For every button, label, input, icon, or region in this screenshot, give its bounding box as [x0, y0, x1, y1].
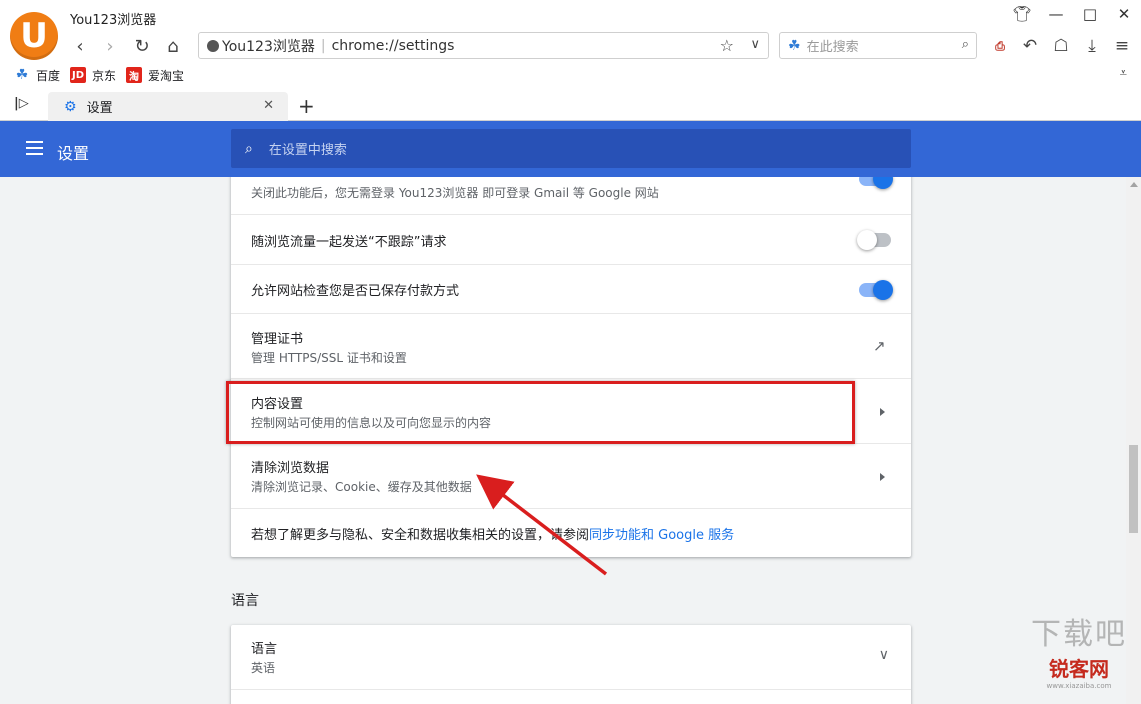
- scrollbar-thumb[interactable]: [1129, 445, 1138, 533]
- bookmark-star-icon[interactable]: ☆: [720, 36, 734, 55]
- page-title: 设置: [57, 144, 90, 163]
- bookmarks-collapse-icon[interactable]: ⩡: [1120, 66, 1127, 81]
- watermark-line1: 下载吧: [1031, 617, 1127, 652]
- settings-header: 设置 ⌕ 在设置中搜索: [0, 121, 1141, 177]
- setting-row-next: [231, 689, 911, 704]
- sync-services-link[interactable]: 同步功能和 Google 服务: [589, 528, 734, 543]
- jd-icon: JD: [70, 67, 87, 83]
- settings-search-input[interactable]: ⌕ 在设置中搜索: [231, 129, 911, 168]
- sidebar-toggle-icon[interactable]: |▷: [14, 96, 29, 111]
- bookmark-jd[interactable]: JD 京东: [70, 67, 116, 84]
- bookmark-label: 百度: [36, 68, 61, 83]
- bookmark-label: 爱淘宝: [148, 68, 185, 83]
- browser-chrome: U You123浏览器 👕︎ — □ ✕ ‹ › ↻ ⌂ You123浏览器 |…: [0, 0, 1141, 121]
- scroll-up-icon[interactable]: [1130, 182, 1138, 187]
- undo-close-tab-icon[interactable]: ↶: [1018, 34, 1042, 58]
- address-bar[interactable]: You123浏览器 | chrome://settings ☆ ∨: [198, 32, 769, 59]
- setting-title: 管理证书: [251, 332, 304, 347]
- site-info-icon[interactable]: [207, 39, 219, 52]
- close-icon[interactable]: ✕: [1107, 0, 1141, 28]
- tab-strip: |▷ ⚙ 设置 ✕ +: [0, 90, 1141, 121]
- setting-subtitle: 清除浏览记录、Cookie、缓存及其他数据: [251, 480, 472, 494]
- setting-title: 随浏览流量一起发送“不跟踪”请求: [251, 235, 447, 250]
- setting-row-more-info: 若想了解更多与隐私、安全和数据收集相关的设置，请参阅同步功能和 Google 服…: [231, 508, 911, 557]
- toggle-switch[interactable]: [857, 230, 891, 250]
- language-section-title: 语言: [231, 593, 259, 609]
- setting-row-payment-methods[interactable]: 允许网站检查您是否已保存付款方式: [231, 264, 911, 313]
- new-tab-icon[interactable]: +: [298, 94, 315, 118]
- setting-title: 清除浏览数据: [251, 461, 330, 476]
- window-controls: 👕︎ — □ ✕: [1005, 0, 1141, 30]
- main-menu-icon[interactable]: ≡: [1110, 34, 1134, 58]
- setting-row-do-not-track[interactable]: 随浏览流量一起发送“不跟踪”请求: [231, 214, 911, 264]
- watermark-line2: 锐客网: [1049, 657, 1109, 681]
- setting-row-clear-browsing-data[interactable]: 清除浏览数据 清除浏览记录、Cookie、缓存及其他数据: [231, 443, 911, 508]
- minimize-icon[interactable]: —: [1039, 0, 1073, 28]
- arrow-right-icon: [880, 408, 885, 416]
- download-icon[interactable]: ⤓: [1080, 34, 1104, 58]
- hamburger-menu-icon[interactable]: [26, 141, 43, 155]
- skin-shirt-icon[interactable]: 👕︎: [1005, 0, 1039, 28]
- pdf-icon[interactable]: ⎙: [988, 34, 1012, 58]
- baidu-paw-icon: ☘: [788, 37, 801, 54]
- chevron-down-icon[interactable]: ∨: [879, 647, 889, 663]
- settings-search-placeholder: 在设置中搜索: [268, 143, 347, 158]
- search-icon: ⌕: [245, 140, 253, 157]
- address-separator: |: [320, 37, 326, 54]
- more-info-prefix: 若想了解更多与隐私、安全和数据收集相关的设置，请参阅: [251, 528, 590, 543]
- window-title: You123浏览器: [70, 13, 157, 28]
- address-app-name: You123浏览器: [222, 38, 315, 55]
- tab-label: 设置: [86, 101, 113, 116]
- bookmark-taobao[interactable]: 淘 爱淘宝: [126, 67, 184, 84]
- watermark-line3: www.xiazaiba.com: [1046, 682, 1112, 690]
- baidu-paw-icon: ☘: [15, 67, 29, 83]
- bookmarks-bar: ☘ 百度 JD 京东 淘 爱淘宝: [14, 66, 184, 84]
- annotation-highlight-box: [226, 381, 855, 444]
- setting-title: 允许网站检查您是否已保存付款方式: [251, 284, 460, 299]
- setting-subtitle: 英语: [251, 661, 276, 675]
- privacy-card: 关闭此功能后，您无需登录 You123浏览器 即可登录 Gmail 等 Goog…: [231, 177, 911, 557]
- address-url[interactable]: chrome://settings: [332, 38, 455, 54]
- search-placeholder: 在此搜索: [806, 40, 859, 55]
- bookmark-label: 京东: [92, 68, 117, 83]
- language-card: 语言 英语 ∨: [231, 625, 911, 704]
- setting-subtitle: 关闭此功能后，您无需登录 You123浏览器 即可登录 Gmail 等 Goog…: [251, 186, 659, 200]
- setting-title: 语言: [251, 642, 278, 657]
- setting-row-manage-certificates[interactable]: 管理证书 管理 HTTPS/SSL 证书和设置 ↗: [231, 313, 911, 378]
- reload-icon[interactable]: ↻: [130, 34, 154, 58]
- setting-row-google-login[interactable]: 关闭此功能后，您无需登录 You123浏览器 即可登录 Gmail 等 Goog…: [231, 177, 911, 214]
- search-icon[interactable]: ⌕: [962, 37, 969, 52]
- watermark: 下载吧 锐客网 www.xiazaiba.com: [1031, 609, 1127, 690]
- gear-icon: ⚙: [64, 98, 77, 115]
- toggle-switch[interactable]: [859, 177, 893, 189]
- arrow-right-icon: [880, 473, 885, 481]
- extensions-icon[interactable]: ☖: [1049, 34, 1073, 58]
- maximize-icon[interactable]: □: [1073, 0, 1107, 28]
- search-input[interactable]: ☘ 在此搜索 ⌕: [779, 32, 977, 59]
- setting-row-language[interactable]: 语言 英语 ∨: [231, 625, 911, 689]
- scrollbar[interactable]: [1126, 177, 1141, 704]
- external-link-icon[interactable]: ↗: [873, 338, 889, 354]
- forward-icon[interactable]: ›: [98, 34, 122, 58]
- tab-settings[interactable]: ⚙ 设置 ✕: [48, 92, 288, 121]
- taobao-icon: 淘: [126, 67, 143, 83]
- more-info-text: 若想了解更多与隐私、安全和数据收集相关的设置，请参阅同步功能和 Google 服…: [251, 524, 734, 543]
- setting-subtitle: 管理 HTTPS/SSL 证书和设置: [251, 351, 407, 365]
- bookmark-baidu[interactable]: ☘ 百度: [14, 67, 60, 84]
- home-icon[interactable]: ⌂: [161, 34, 185, 58]
- toggle-switch[interactable]: [859, 280, 893, 300]
- app-logo-icon: U: [10, 12, 58, 60]
- back-icon[interactable]: ‹: [68, 34, 92, 58]
- tab-close-icon[interactable]: ✕: [263, 98, 274, 113]
- chevron-down-icon[interactable]: ∨: [750, 37, 760, 52]
